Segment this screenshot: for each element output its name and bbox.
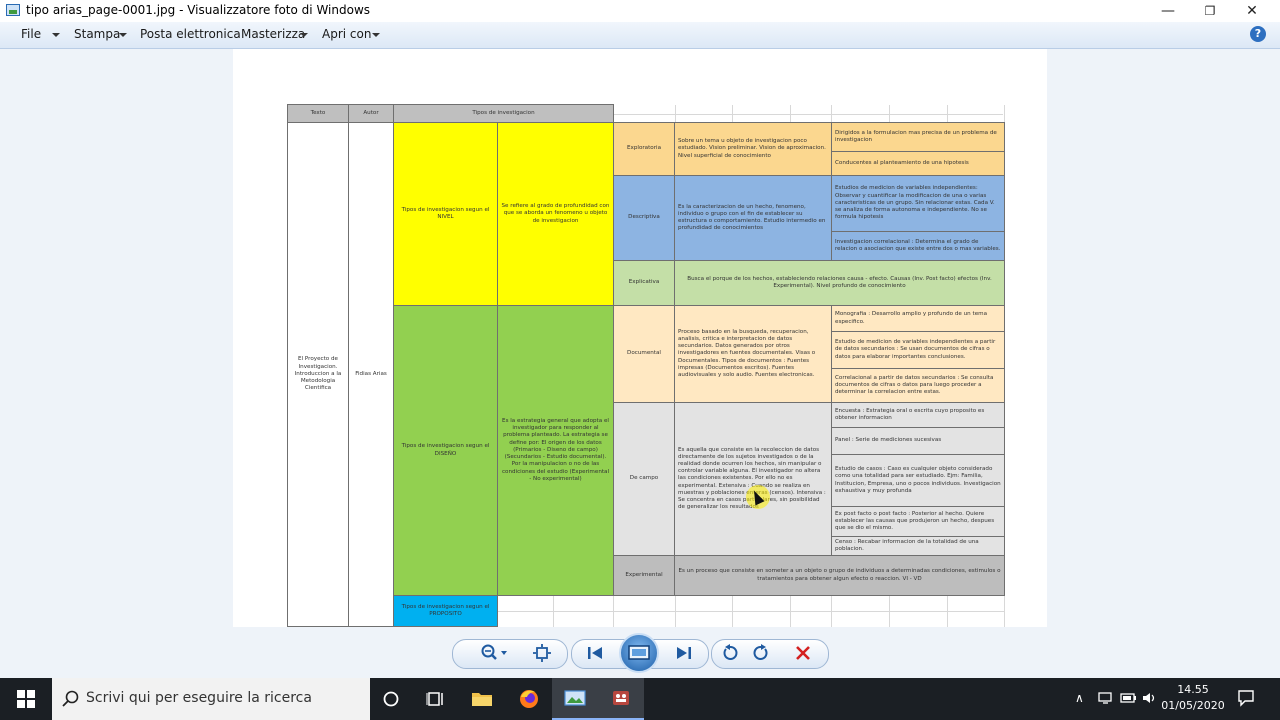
search-icon bbox=[62, 690, 79, 707]
documental-sub-3: Correlacional a partir de datos secundar… bbox=[831, 368, 1005, 403]
documental-label: Documental bbox=[613, 305, 675, 403]
investigation-types-table: Texto Autor Tipos de investigacion El Pr… bbox=[233, 49, 1047, 627]
descriptiva-description: Es la caracterizacion de un hecho, fenom… bbox=[674, 175, 832, 261]
menu-bar: File Stampa Posta elettronica Masterizza… bbox=[0, 22, 1280, 49]
campo-label: De campo bbox=[613, 402, 675, 556]
document-image: Texto Autor Tipos de investigacion El Pr… bbox=[233, 49, 1047, 627]
autor-cell: Fidias Arias bbox=[348, 122, 394, 627]
grid-line bbox=[498, 611, 1004, 612]
firefox-button[interactable] bbox=[506, 678, 552, 720]
taskbar-search[interactable]: Scrivi qui per eseguire la ricerca bbox=[52, 678, 370, 720]
volume-icon[interactable] bbox=[1142, 691, 1158, 708]
slideshow-icon bbox=[628, 645, 650, 660]
teams-taskbar-button[interactable] bbox=[598, 678, 644, 720]
menu-email[interactable]: Posta elettronica bbox=[140, 27, 241, 41]
documental-sub-1: Monografia : Desarrollo amplio y profund… bbox=[831, 305, 1005, 332]
rotate-right-icon[interactable] bbox=[749, 641, 773, 665]
campo-sub-5: Censo : Recabar informacion de la totali… bbox=[831, 536, 1005, 556]
photo-viewer-icon bbox=[6, 4, 20, 16]
clock-date: 01/05/2020 bbox=[1161, 699, 1225, 712]
campo-sub-3: Estudio de casos : Caso es cualquier obj… bbox=[831, 454, 1005, 507]
delete-icon[interactable] bbox=[791, 641, 815, 665]
battery-icon[interactable] bbox=[1120, 691, 1138, 708]
experimental-description: Es un proceso que consiste en someter a … bbox=[674, 555, 1005, 596]
menu-file[interactable]: File bbox=[21, 27, 41, 41]
file-explorer-button[interactable] bbox=[459, 678, 505, 720]
title-bar: tipo arias_page-0001.jpg - Visualizzator… bbox=[0, 0, 1280, 22]
notifications-icon[interactable] bbox=[1237, 689, 1255, 710]
documental-description: Proceso basado en la busqueda, recuperac… bbox=[674, 305, 832, 403]
chevron-down-icon[interactable] bbox=[372, 33, 380, 37]
taskbar-clock[interactable]: 14.55 01/05/2020 bbox=[1158, 682, 1228, 714]
firefox-icon bbox=[520, 690, 538, 708]
minimize-button[interactable]: — bbox=[1146, 0, 1190, 22]
header-autor: Autor bbox=[348, 104, 394, 123]
cortana-button[interactable] bbox=[368, 678, 414, 720]
campo-sub-4: Ex post facto o post facto : Posterior a… bbox=[831, 506, 1005, 537]
documental-sub-2: Estudio de medicion de variables indepen… bbox=[831, 331, 1005, 369]
grid-line bbox=[1004, 596, 1005, 627]
campo-sub-2: Panel : Serie de mediciones sucesivas bbox=[831, 427, 1005, 455]
nivel-label: Tipos de investigacion segun el NIVEL bbox=[393, 122, 498, 306]
texto-cell: El Proyecto de Investigacion. Introducci… bbox=[287, 122, 349, 627]
windows-logo-icon bbox=[17, 690, 35, 708]
network-icon[interactable] bbox=[1098, 691, 1114, 708]
previous-icon[interactable] bbox=[583, 641, 607, 665]
menu-print[interactable]: Stampa bbox=[74, 27, 120, 41]
grid-line bbox=[1004, 105, 1005, 123]
start-button[interactable] bbox=[0, 678, 52, 720]
zoom-icon[interactable] bbox=[477, 641, 511, 665]
help-icon[interactable]: ? bbox=[1250, 26, 1266, 42]
slideshow-button[interactable] bbox=[619, 633, 659, 673]
folder-icon bbox=[472, 693, 492, 706]
tray-overflow-icon[interactable]: ∧ bbox=[1075, 691, 1084, 705]
photo-viewer-taskbar-button[interactable] bbox=[552, 678, 598, 720]
close-window-button[interactable]: ✕ bbox=[1230, 0, 1274, 22]
chevron-down-icon[interactable] bbox=[300, 33, 308, 37]
chevron-down-icon[interactable] bbox=[119, 33, 127, 37]
exploratoria-description: Sobre un tema u objeto de investigacion … bbox=[674, 122, 832, 176]
viewer-toolbar bbox=[0, 627, 1280, 678]
campo-sub-1: Encuesta : Estrategia oral o escrita cuy… bbox=[831, 402, 1005, 428]
teams-icon bbox=[613, 691, 629, 705]
next-icon[interactable] bbox=[672, 641, 696, 665]
nivel-description: Se refiere al grado de profundidad con q… bbox=[497, 122, 614, 306]
proposito-label: Tipos de investigacion segun el PROPOSIT… bbox=[393, 595, 498, 627]
diseno-label: Tipos de investigacion segun el DISEÑO bbox=[393, 305, 498, 596]
experimental-label: Experimental bbox=[613, 555, 675, 596]
task-view-icon bbox=[426, 692, 443, 706]
campo-description: Es aquella que consiste en la recoleccio… bbox=[674, 402, 832, 556]
menu-burn[interactable]: Masterizza bbox=[241, 27, 305, 41]
header-texto: Texto bbox=[287, 104, 349, 123]
maximize-button[interactable]: ❐ bbox=[1188, 0, 1232, 22]
explicativa-description: Busca el porque de los hechos, estableci… bbox=[674, 260, 1005, 306]
header-tipos: Tipos de investigacion bbox=[393, 104, 614, 123]
menu-open-with[interactable]: Apri con bbox=[322, 27, 371, 41]
explicativa-label: Explicativa bbox=[613, 260, 675, 306]
rotate-left-icon[interactable] bbox=[718, 641, 742, 665]
cortana-icon bbox=[383, 691, 399, 707]
search-input[interactable]: Scrivi qui per eseguire la ricerca bbox=[86, 690, 312, 706]
exploratoria-sub-1: Dirigidos a la formulacion mas precisa d… bbox=[831, 122, 1005, 152]
exploratoria-label: Exploratoria bbox=[613, 122, 675, 176]
window-title: tipo arias_page-0001.jpg - Visualizzator… bbox=[26, 3, 371, 17]
descriptiva-sub-1: Estudios de medicion de variables indepe… bbox=[831, 175, 1005, 232]
grid-line bbox=[613, 114, 1003, 115]
diseno-description: Es la estrategia general que adopta el i… bbox=[497, 305, 614, 596]
actual-size-icon[interactable] bbox=[530, 641, 554, 665]
descriptiva-sub-2: Investigacion correlacional : Determina … bbox=[831, 231, 1005, 261]
taskbar: Scrivi qui per eseguire la ricerca ∧ 14.… bbox=[0, 678, 1280, 720]
photo-viewer-icon bbox=[564, 690, 586, 706]
clock-time: 14.55 bbox=[1177, 683, 1209, 696]
chevron-down-icon[interactable] bbox=[52, 33, 60, 37]
image-viewer-area: Texto Autor Tipos de investigacion El Pr… bbox=[0, 49, 1280, 627]
descriptiva-label: Descriptiva bbox=[613, 175, 675, 261]
exploratoria-sub-2: Conducentes al planteamiento de una hipo… bbox=[831, 151, 1005, 176]
task-view-button[interactable] bbox=[413, 678, 459, 720]
